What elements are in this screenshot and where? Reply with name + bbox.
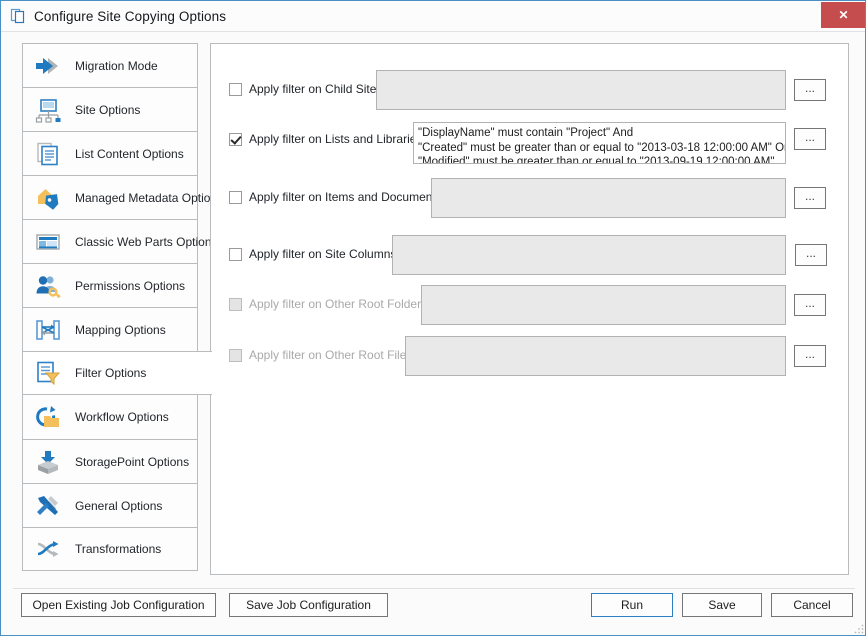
- sidebar-item-label: Transformations: [75, 542, 161, 556]
- sidebar-item-label: Migration Mode: [75, 59, 158, 73]
- sidebar-item-transformations[interactable]: Transformations: [22, 527, 198, 571]
- sidebar-item-classic-web-parts-options[interactable]: Classic Web Parts Options: [22, 219, 198, 263]
- apply-filter-other-root-files-checkbox[interactable]: [229, 349, 242, 362]
- save-button[interactable]: Save: [682, 593, 762, 617]
- dialog-body: Migration Mode Site Options: [1, 31, 866, 636]
- filter-site-columns-field[interactable]: [392, 235, 786, 275]
- filter-other-root-files-browse-button[interactable]: ...: [794, 345, 826, 367]
- web-part-icon: [34, 228, 62, 256]
- title-bar: Configure Site Copying Options ✕: [1, 1, 866, 32]
- filter-row-label: Apply filter on Other Root Files: [249, 348, 412, 362]
- home-tag-icon: [34, 184, 62, 212]
- sidebar-item-general-options[interactable]: General Options: [22, 483, 198, 527]
- resize-grip[interactable]: [854, 624, 864, 634]
- apply-filter-site-columns-checkbox[interactable]: [229, 248, 242, 261]
- filter-other-root-files-field[interactable]: [405, 336, 786, 376]
- filter-child-sites-field[interactable]: [376, 70, 786, 110]
- sidebar-item-label: Workflow Options: [75, 410, 169, 424]
- filter-row-label: Apply filter on Child Sites: [249, 82, 382, 96]
- arrows-right-icon: [34, 52, 62, 80]
- site-hierarchy-icon: [34, 96, 62, 124]
- sidebar-item-site-options[interactable]: Site Options: [22, 87, 198, 131]
- window-title: Configure Site Copying Options: [34, 9, 226, 24]
- cancel-button[interactable]: Cancel: [771, 593, 853, 617]
- filter-lists-libraries-browse-button[interactable]: ...: [794, 128, 826, 150]
- mapping-arrows-icon: [34, 316, 62, 344]
- filter-row-label: Apply filter on Other Root Folders: [249, 297, 427, 311]
- filter-funnel-icon: [34, 359, 62, 387]
- filter-items-documents-browse-button[interactable]: ...: [794, 187, 826, 209]
- users-key-icon: [34, 272, 62, 300]
- sidebar-item-managed-metadata-options[interactable]: Managed Metadata Options: [22, 175, 198, 219]
- apply-filter-items-documents-checkbox[interactable]: [229, 191, 242, 204]
- shuffle-arrows-icon: [34, 535, 62, 563]
- filter-other-root-folders-browse-button[interactable]: ...: [794, 294, 826, 316]
- sidebar-item-filter-options[interactable]: Filter Options: [22, 351, 212, 395]
- copy-pages-icon: [10, 7, 28, 25]
- filter-row-lists-libraries: Apply filter on Lists and Libraries: [229, 116, 422, 162]
- filter-options-panel: Apply filter on Child Sites ... Apply fi…: [210, 43, 849, 575]
- sidebar-item-label: Filter Options: [75, 366, 146, 380]
- configure-site-copying-options-window: Configure Site Copying Options ✕ Migrati…: [0, 0, 866, 636]
- close-button[interactable]: ✕: [821, 2, 866, 28]
- sidebar-item-mapping-options[interactable]: Mapping Options: [22, 307, 198, 351]
- sidebar-item-label: Classic Web Parts Options: [75, 235, 218, 249]
- filter-row-label: Apply filter on Site Columns: [249, 247, 396, 261]
- sidebar-item-label: General Options: [75, 499, 162, 513]
- save-job-configuration-button[interactable]: Save Job Configuration: [229, 593, 388, 617]
- filter-row-child-sites: Apply filter on Child Sites: [229, 66, 382, 112]
- filter-row-label: Apply filter on Items and Documents: [249, 190, 442, 204]
- storage-box-icon: [34, 448, 62, 476]
- options-sidebar: Migration Mode Site Options: [22, 43, 198, 571]
- filter-row-items-documents: Apply filter on Items and Documents: [229, 174, 442, 220]
- sidebar-item-migration-mode[interactable]: Migration Mode: [22, 43, 198, 87]
- filter-row-label: Apply filter on Lists and Libraries: [249, 132, 422, 146]
- filter-other-root-folders-field[interactable]: [421, 285, 786, 325]
- hammer-wrench-icon: [34, 492, 62, 520]
- sidebar-item-workflow-options[interactable]: Workflow Options: [22, 395, 198, 439]
- workflow-folder-icon: [34, 403, 62, 431]
- sidebar-item-permissions-options[interactable]: Permissions Options: [22, 263, 198, 307]
- sidebar-item-label: Site Options: [75, 103, 140, 117]
- sidebar-item-storagepoint-options[interactable]: StoragePoint Options: [22, 439, 198, 483]
- filter-row-other-root-folders: Apply filter on Other Root Folders: [229, 281, 427, 327]
- filter-child-sites-browse-button[interactable]: ...: [794, 79, 826, 101]
- run-button[interactable]: Run: [591, 593, 673, 617]
- apply-filter-lists-libraries-checkbox[interactable]: [229, 133, 242, 146]
- filter-site-columns-browse-button[interactable]: ...: [795, 244, 827, 266]
- filter-row-other-root-files: Apply filter on Other Root Files: [229, 332, 412, 378]
- sidebar-item-label: List Content Options: [75, 147, 184, 161]
- footer-divider: [13, 588, 855, 589]
- sidebar-item-label: StoragePoint Options: [75, 455, 189, 469]
- apply-filter-other-root-folders-checkbox[interactable]: [229, 298, 242, 311]
- filter-items-documents-field[interactable]: [431, 178, 786, 218]
- list-document-icon: [34, 140, 62, 168]
- filter-lists-libraries-field[interactable]: "DisplayName" must contain "Project" And…: [413, 122, 786, 164]
- open-existing-job-configuration-button[interactable]: Open Existing Job Configuration: [21, 593, 216, 617]
- sidebar-item-label: Permissions Options: [75, 279, 185, 293]
- sidebar-item-label: Managed Metadata Options: [75, 191, 223, 205]
- sidebar-item-list-content-options[interactable]: List Content Options: [22, 131, 198, 175]
- apply-filter-child-sites-checkbox[interactable]: [229, 83, 242, 96]
- filter-row-site-columns: Apply filter on Site Columns: [229, 231, 396, 277]
- sidebar-item-label: Mapping Options: [75, 323, 166, 337]
